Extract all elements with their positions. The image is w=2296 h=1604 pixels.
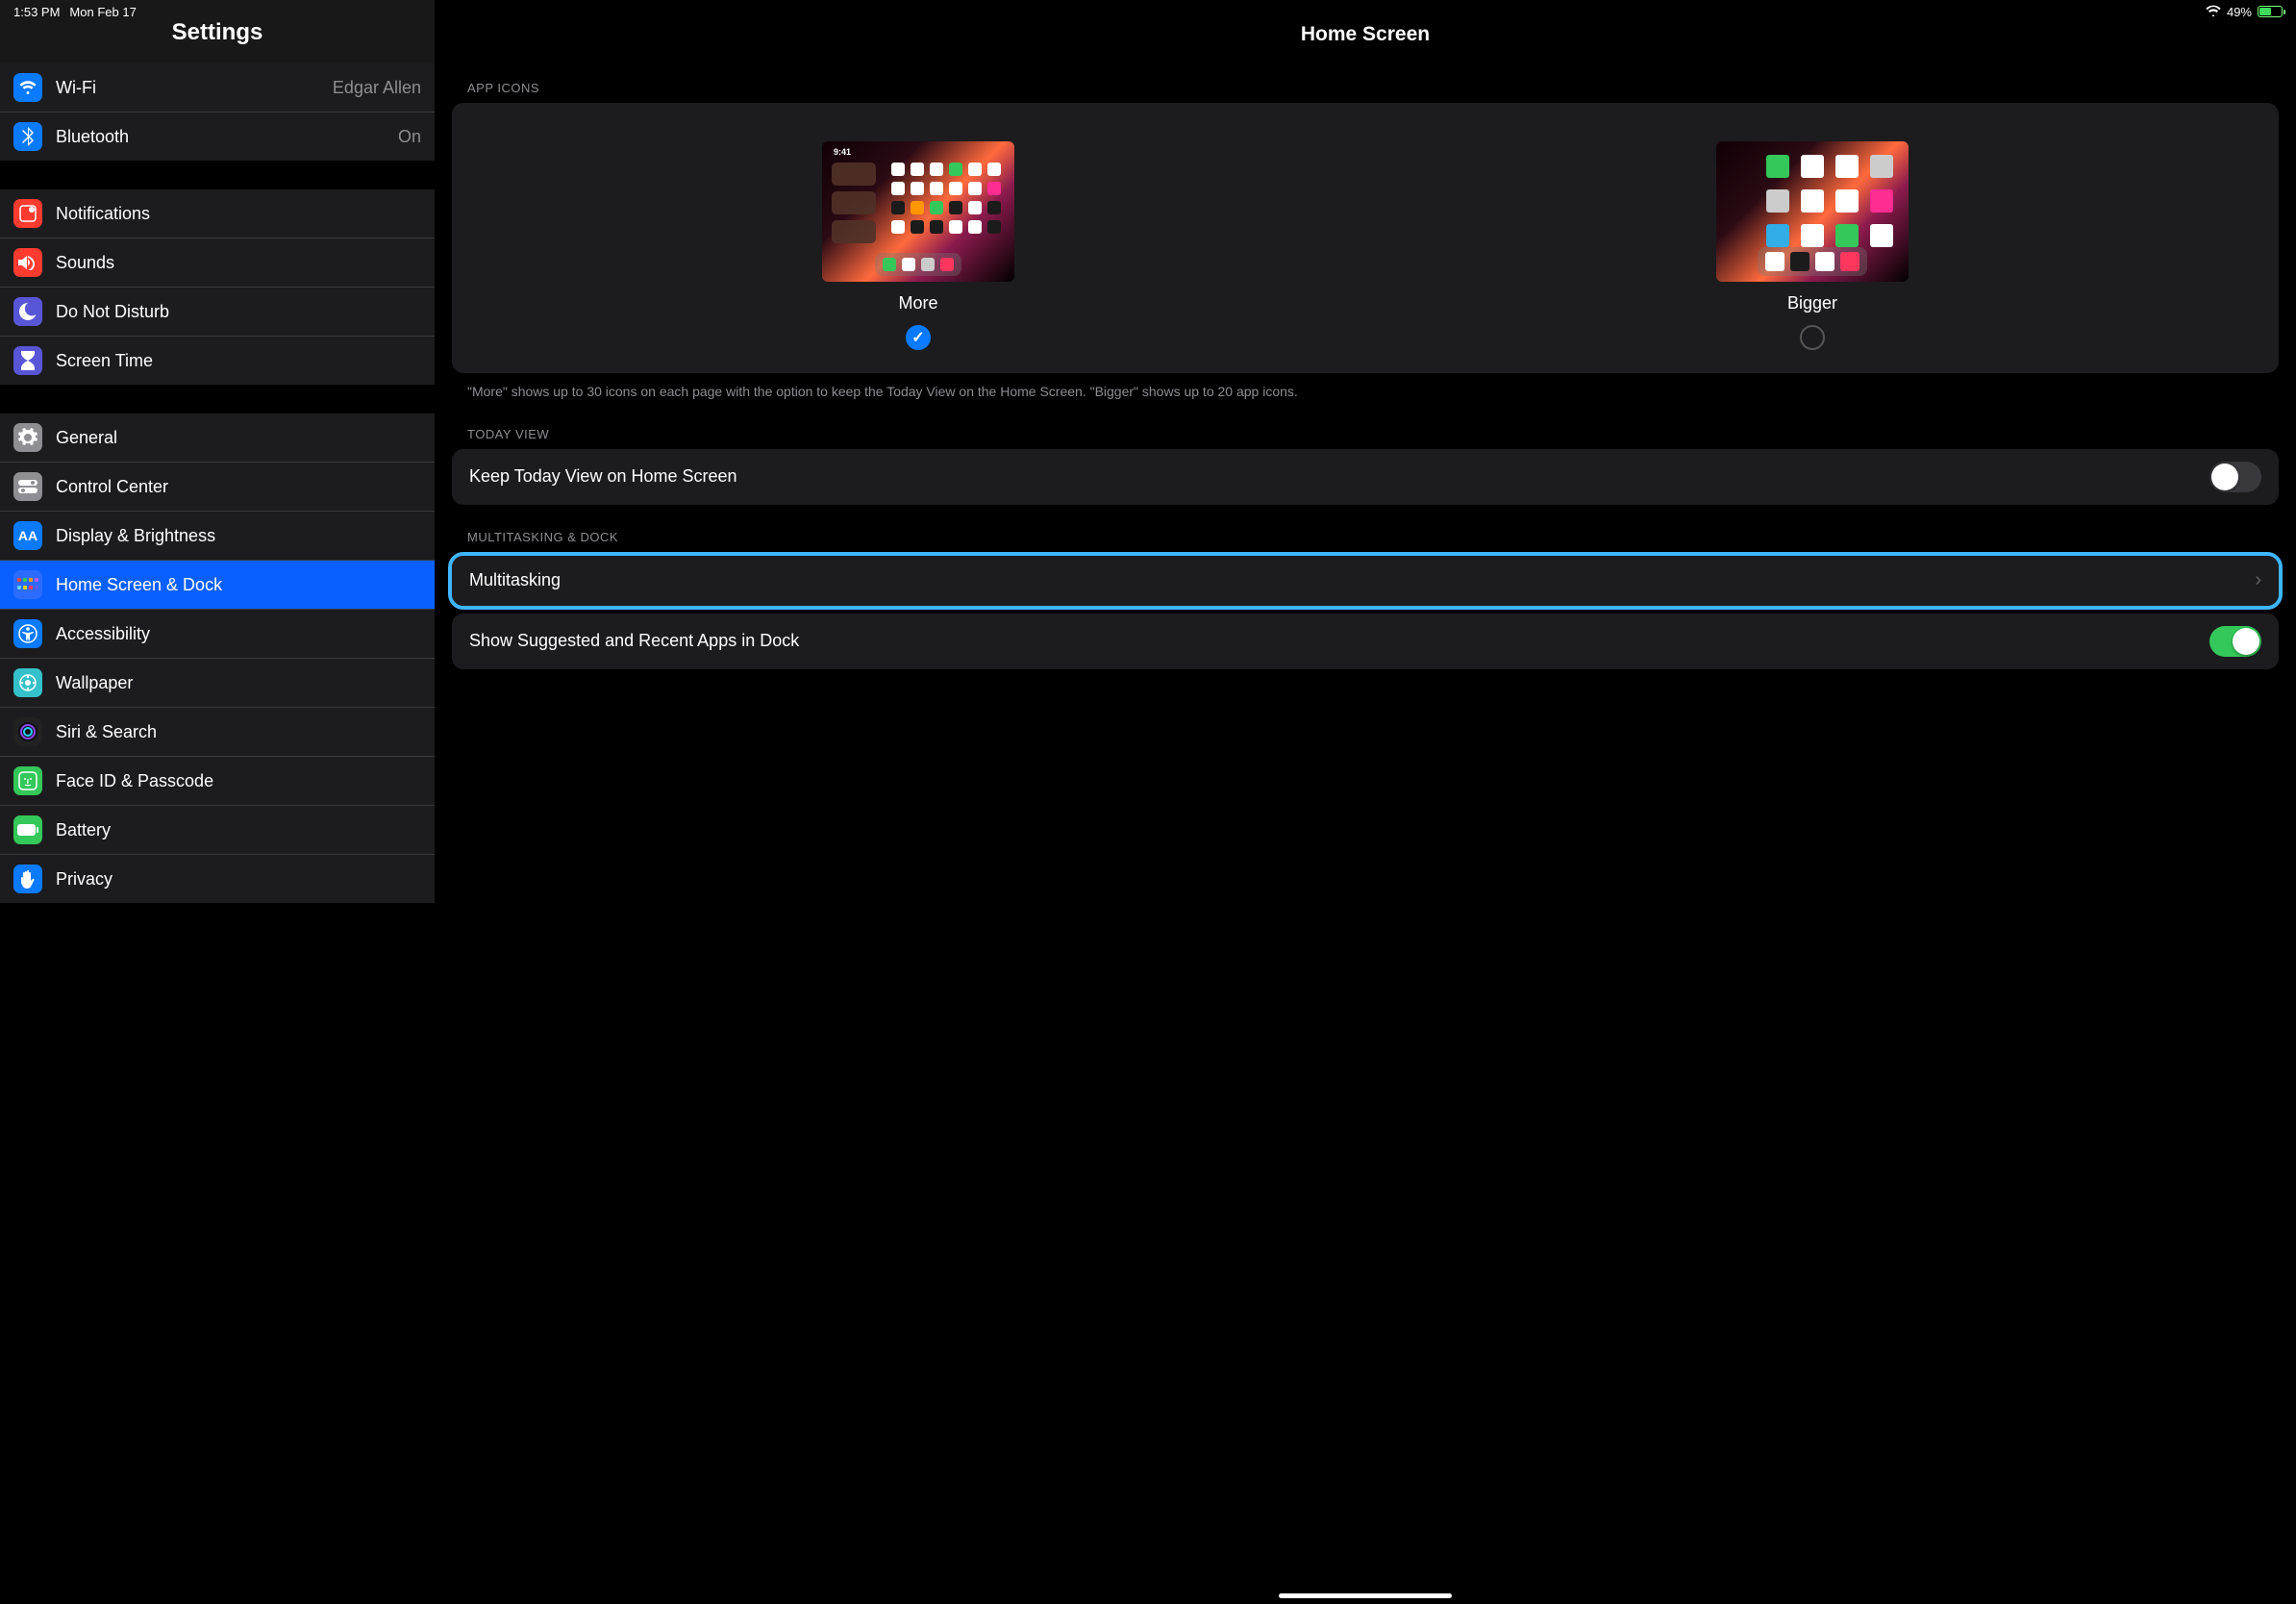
sidebar-item-label: Face ID & Passcode	[56, 771, 421, 791]
wifi-icon	[13, 73, 42, 102]
sidebar-item-wallpaper[interactable]: Wallpaper	[0, 659, 435, 708]
battery-icon	[13, 815, 42, 844]
sidebar-item-bluetooth[interactable]: Bluetooth On	[0, 113, 435, 161]
bluetooth-icon	[13, 122, 42, 151]
sidebar-item-label: Accessibility	[56, 624, 421, 644]
accessibility-icon	[13, 619, 42, 648]
wifi-value: Edgar Allen	[333, 78, 421, 98]
hourglass-icon	[13, 346, 42, 375]
battery-icon	[2258, 6, 2283, 17]
gear-icon	[13, 423, 42, 452]
option-label: More	[898, 293, 937, 313]
switch-keep-today[interactable]	[2209, 462, 2261, 492]
sidebar-item-accessibility[interactable]: Accessibility	[0, 610, 435, 659]
row-label: Keep Today View on Home Screen	[469, 466, 2209, 487]
sidebar-item-screentime[interactable]: Screen Time	[0, 337, 435, 385]
sidebar-item-wifi[interactable]: Wi-Fi Edgar Allen	[0, 63, 435, 113]
sidebar-item-notifications[interactable]: Notifications	[0, 189, 435, 238]
sidebar-item-label: Screen Time	[56, 351, 421, 371]
settings-sidebar: Settings Wi-Fi Edgar Allen Bluetooth On …	[0, 0, 435, 1604]
sidebar-item-display[interactable]: AA Display & Brightness	[0, 512, 435, 561]
sidebar-item-general[interactable]: General	[0, 414, 435, 463]
notifications-icon	[13, 199, 42, 228]
switch-suggested-apps[interactable]	[2209, 626, 2261, 657]
home-indicator[interactable]	[1279, 1593, 1452, 1598]
sidebar-item-label: Display & Brightness	[56, 526, 421, 546]
bluetooth-value: On	[398, 127, 421, 147]
radio-more[interactable]	[906, 325, 931, 350]
sidebar-item-dnd[interactable]: Do Not Disturb	[0, 288, 435, 337]
battery-pct: 49%	[2227, 5, 2252, 19]
status-date: Mon Feb 17	[69, 5, 136, 19]
sidebar-item-label: Bluetooth	[56, 127, 398, 147]
sidebar-item-label: Notifications	[56, 204, 421, 224]
row-label: Multitasking	[469, 570, 2255, 590]
radio-bigger[interactable]	[1800, 325, 1825, 350]
sidebar-item-label: Home Screen & Dock	[56, 575, 421, 595]
preview-bigger	[1716, 141, 1909, 282]
moon-icon	[13, 297, 42, 326]
today-card: Keep Today View on Home Screen	[452, 449, 2279, 505]
faceid-icon	[13, 766, 42, 795]
sidebar-item-home-screen[interactable]: Home Screen & Dock	[0, 561, 435, 610]
home-screen-icon	[13, 570, 42, 599]
sidebar-item-label: Wallpaper	[56, 673, 421, 693]
option-more[interactable]: 9:41 More	[822, 141, 1014, 350]
sidebar-item-sounds[interactable]: Sounds	[0, 238, 435, 288]
sidebar-item-label: Wi-Fi	[56, 78, 333, 98]
status-bar: 1:53 PM Mon Feb 17 49%	[0, 0, 2296, 23]
sidebar-item-label: Do Not Disturb	[56, 302, 421, 322]
section-header-today: TODAY VIEW	[435, 427, 2296, 449]
hand-icon	[13, 865, 42, 893]
wifi-icon	[2206, 5, 2221, 19]
option-label: Bigger	[1787, 293, 1837, 313]
wallpaper-icon	[13, 668, 42, 697]
section-header-appicons: APP ICONS	[435, 81, 2296, 103]
row-multitasking[interactable]: Multitasking ›	[452, 556, 2279, 606]
appicons-footer: "More" shows up to 30 icons on each page…	[435, 373, 2296, 427]
appicons-card: 9:41 More	[452, 103, 2279, 373]
sidebar-item-label: Control Center	[56, 477, 421, 497]
sidebar-item-label: Sounds	[56, 253, 421, 273]
sidebar-item-label: General	[56, 428, 421, 448]
control-center-icon	[13, 472, 42, 501]
chevron-right-icon: ›	[2255, 569, 2261, 591]
sidebar-item-label: Siri & Search	[56, 722, 421, 742]
sidebar-item-battery[interactable]: Battery	[0, 806, 435, 855]
siri-icon	[13, 717, 42, 746]
sidebar-item-label: Privacy	[56, 869, 421, 890]
row-label: Show Suggested and Recent Apps in Dock	[469, 631, 2209, 651]
sidebar-item-siri[interactable]: Siri & Search	[0, 708, 435, 757]
sidebar-item-control-center[interactable]: Control Center	[0, 463, 435, 512]
row-keep-today[interactable]: Keep Today View on Home Screen	[452, 449, 2279, 505]
row-suggested-apps[interactable]: Show Suggested and Recent Apps in Dock	[452, 614, 2279, 669]
content-pane: Home Screen APP ICONS 9:41 More	[435, 0, 2296, 1604]
section-header-multitasking: MULTITASKING & DOCK	[435, 530, 2296, 552]
sounds-icon	[13, 248, 42, 277]
sidebar-item-privacy[interactable]: Privacy	[0, 855, 435, 903]
sidebar-item-label: Battery	[56, 820, 421, 840]
option-bigger[interactable]: Bigger	[1716, 141, 1909, 350]
highlight-multitasking: Multitasking ›	[448, 552, 2283, 610]
status-time: 1:53 PM	[13, 5, 60, 19]
display-icon: AA	[13, 521, 42, 550]
preview-more: 9:41	[822, 141, 1014, 282]
sidebar-item-faceid[interactable]: Face ID & Passcode	[0, 757, 435, 806]
suggested-card: Show Suggested and Recent Apps in Dock	[452, 614, 2279, 669]
